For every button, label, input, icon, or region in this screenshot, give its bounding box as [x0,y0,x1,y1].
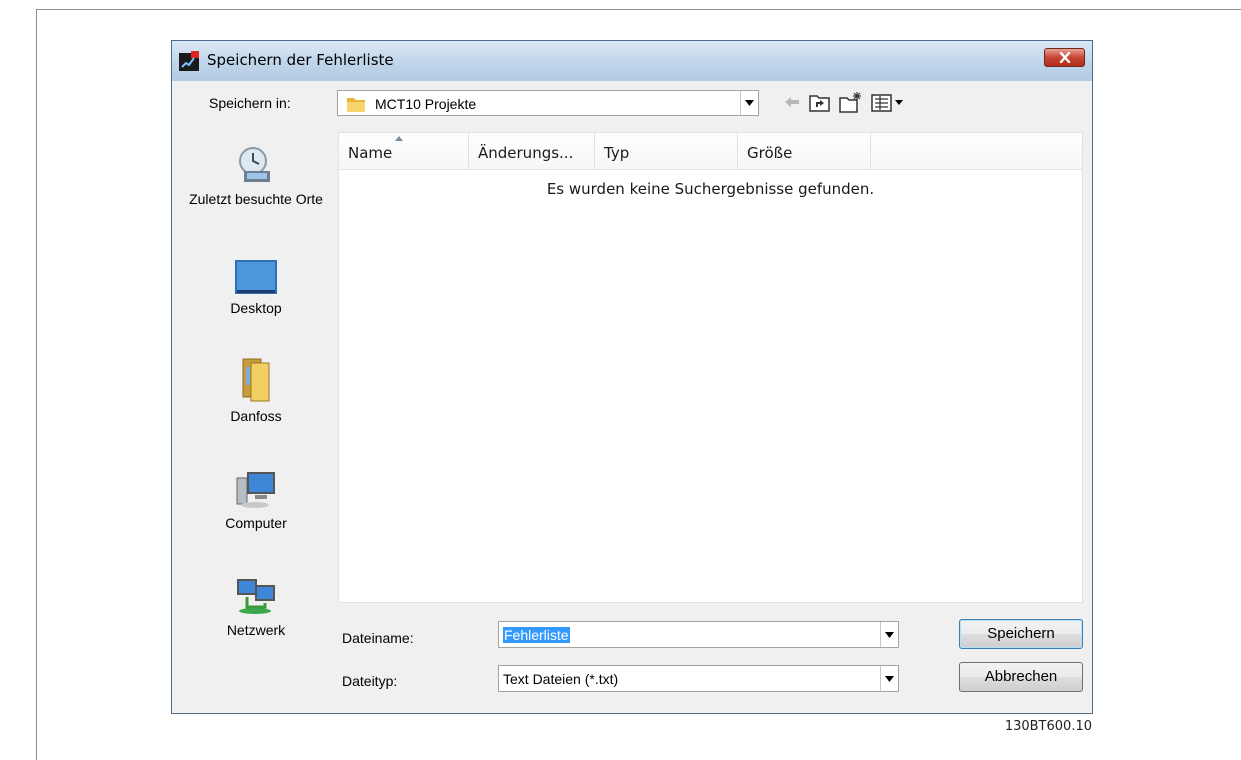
chevron-down-icon [885,631,894,638]
place-desktop-label: Desktop [230,300,282,316]
filetype-label: Dateityp: [342,673,398,689]
filename-value: Fehlerliste [503,627,570,643]
dialog-title: Speichern der Fehlerliste [207,51,394,69]
up-folder-icon [809,95,830,112]
place-desktop[interactable]: Desktop [178,259,334,317]
sort-ascending-icon [395,136,403,141]
filetype-select[interactable]: Text Dateien (*.txt) [498,665,899,692]
folder-icon [346,95,366,118]
view-menu-icon [871,94,903,112]
column-header-modified[interactable]: Änderungs... [469,133,595,169]
place-recent-label: Zuletzt besuchte Orte [189,191,323,207]
up-folder-button[interactable] [809,93,831,118]
close-button[interactable] [1044,48,1085,67]
network-icon [237,579,275,614]
view-menu-button[interactable] [871,93,905,118]
place-danfoss[interactable]: Danfoss [178,357,334,425]
back-arrow-icon [785,97,799,107]
place-computer-label: Computer [225,515,287,531]
save-in-dropdown-arrow[interactable] [740,91,758,115]
new-folder-icon [839,92,861,113]
title-bar[interactable]: Speichern der Fehlerliste [172,41,1092,81]
column-header-size[interactable]: Größe [738,133,871,169]
app-icon [179,51,199,71]
place-recent[interactable]: Zuletzt besuchte Orte [178,144,334,208]
folder-icon [242,358,270,402]
current-folder: MCT10 Projekte [375,96,477,112]
place-computer[interactable]: Computer [178,468,334,532]
filename-input[interactable]: Fehlerliste [498,621,899,648]
column-name-label: Name [348,144,393,162]
file-list[interactable]: Name Änderungs... Typ Größe Es wurden ke… [338,132,1083,603]
filetype-value: Text Dateien (*.txt) [503,671,619,687]
close-icon [1059,52,1070,63]
save-button[interactable]: Speichern [959,619,1083,649]
column-header-type[interactable]: Typ [595,133,738,169]
column-header-name[interactable]: Name [339,133,469,169]
filetype-dropdown-arrow[interactable] [880,666,898,691]
save-in-dropdown[interactable]: MCT10 Projekte [337,90,759,116]
cancel-button[interactable]: Abbrechen [959,662,1083,692]
frame-left-line [36,9,37,760]
save-in-label: Speichern in: [209,95,291,111]
figure-id: 130BT600.10 [1004,719,1092,734]
recent-places-icon [239,147,270,182]
filename-label: Dateiname: [342,630,414,646]
frame-top-line [36,9,1241,10]
place-network-label: Netzwerk [226,622,286,638]
file-list-header: Name Änderungs... Typ Größe [339,133,1082,170]
computer-icon [236,472,275,508]
save-dialog: Speichern der Fehlerliste Speichern in: … [171,40,1093,714]
place-danfoss-label: Danfoss [230,408,282,424]
chevron-down-icon [885,675,894,682]
place-network[interactable]: Netzwerk [178,575,334,639]
empty-message: Es wurden keine Suchergebnisse gefunden. [546,180,875,198]
chevron-down-icon [745,100,754,106]
desktop-icon [235,260,277,294]
new-folder-button[interactable] [839,91,863,118]
filename-dropdown-arrow[interactable] [880,622,898,647]
back-button[interactable] [783,93,803,116]
